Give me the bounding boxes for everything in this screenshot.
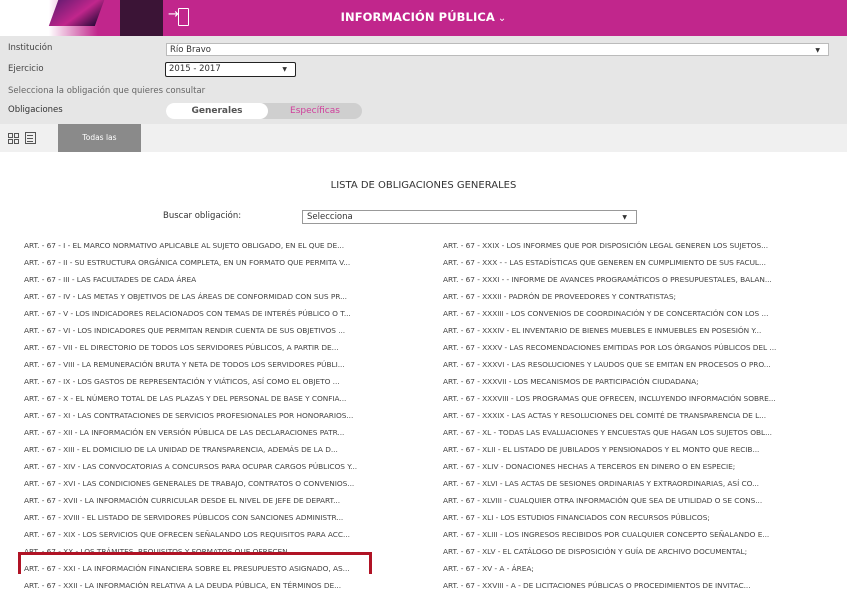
obligation-link[interactable]: ART. - 67 - XIX - LOS SERVICIOS QUE OFRE… — [24, 526, 384, 543]
obligation-link[interactable]: ART. - 67 - XXXIII - LOS CONVENIOS DE CO… — [443, 305, 843, 322]
obligation-link[interactable]: ART. - 67 - XLVIII - CUALQUIER OTRA INFO… — [443, 492, 843, 509]
obligation-link[interactable]: ART. - 67 - XXII - LA INFORMACIÓN RELATI… — [24, 577, 384, 594]
obligation-link[interactable]: ART. - 67 - XV - A - ÁREA; — [443, 560, 843, 577]
obligation-link[interactable]: ART. - 67 - XXXII - PADRÓN DE PROVEEDORE… — [443, 288, 843, 305]
obligation-link[interactable]: ART. - 67 - XXXV - LAS RECOMENDACIONES E… — [443, 339, 843, 356]
obligation-link[interactable]: ART. - 67 - XXXIV - EL INVENTARIO DE BIE… — [443, 322, 843, 339]
obligation-link[interactable]: ART. - 67 - XLV - EL CATÁLOGO DE DISPOSI… — [443, 543, 843, 560]
obligation-link[interactable]: ART. - 67 - VIII - LA REMUNERACIÓN BRUTA… — [24, 356, 384, 373]
page-title-text: INFORMACIÓN PÚBLICA — [340, 10, 495, 24]
grid-view-icon[interactable] — [8, 133, 19, 144]
obligation-link[interactable]: ART. - 67 - IX - LOS GASTOS DE REPRESENT… — [24, 373, 384, 390]
search-obligation-select[interactable]: Selecciona ▼ — [302, 210, 637, 224]
list-title: LISTA DE OBLIGACIONES GENERALES — [330, 180, 517, 191]
exercise-value: 2015 - 2017 — [169, 64, 221, 74]
exercise-label: Ejercicio — [8, 64, 44, 74]
obligation-link[interactable]: ART. - 67 - II - SU ESTRUCTURA ORGÁNICA … — [24, 254, 384, 271]
highlight-box — [18, 552, 372, 574]
tab-especificas[interactable]: Específicas — [268, 103, 362, 119]
obligation-link[interactable]: ART. - 67 - XXXVIII - LOS PROGRAMAS QUE … — [443, 390, 843, 407]
obligation-link[interactable]: ART. - 67 - XXVIII - A - DE LICITACIONES… — [443, 577, 843, 594]
institution-value: Río Bravo — [170, 45, 211, 55]
chevron-down-icon: ▼ — [622, 214, 627, 221]
obligations-left-column: ART. - 67 - I - EL MARCO NORMATIVO APLIC… — [24, 237, 384, 594]
obligation-link[interactable]: ART. - 67 - XXXI - - INFORME DE AVANCES … — [443, 271, 843, 288]
obligation-link[interactable]: ART. - 67 - XII - LA INFORMACIÓN EN VERS… — [24, 424, 384, 441]
chevron-down-icon: ▼ — [282, 66, 287, 73]
obligation-link[interactable]: ART. - 67 - XVIII - EL LISTADO DE SERVID… — [24, 509, 384, 526]
search-label: Buscar obligación: — [163, 211, 242, 221]
page-title[interactable]: INFORMACIÓN PÚBLICA ⌄ — [0, 0, 847, 36]
obligation-link[interactable]: ART. - 67 - XXXVI - LAS RESOLUCIONES Y L… — [443, 356, 843, 373]
obligation-link[interactable]: ART. - 67 - XI - LAS CONTRATACIONES DE S… — [24, 407, 384, 424]
obligation-link[interactable]: ART. - 67 - III - LAS FACULTADES DE CADA… — [24, 271, 384, 288]
obligation-link[interactable]: ART. - 67 - XLVI - LAS ACTAS DE SESIONES… — [443, 475, 843, 492]
obligation-link[interactable]: ART. - 67 - VI - LOS INDICADORES QUE PER… — [24, 322, 384, 339]
tab-generales[interactable]: Generales — [166, 103, 268, 119]
obligation-link[interactable]: ART. - 67 - XLI - LOS ESTUDIOS FINANCIAD… — [443, 509, 843, 526]
obligation-type-toggle: Generales Específicas — [166, 103, 362, 119]
institution-label: Institución — [8, 43, 53, 53]
obligation-link[interactable]: ART. - 67 - XXXIX - LAS ACTAS Y RESOLUCI… — [443, 407, 843, 424]
obligation-link[interactable]: ART. - 67 - XLIII - LOS INGRESOS RECIBID… — [443, 526, 843, 543]
obligation-link[interactable]: ART. - 67 - XXX - - LAS ESTADÍSTICAS QUE… — [443, 254, 843, 271]
chevron-down-icon: ⌄ — [497, 13, 507, 24]
obligation-link[interactable]: ART. - 67 - X - EL NÚMERO TOTAL DE LAS P… — [24, 390, 384, 407]
obligation-link[interactable]: ART. - 67 - XXIX - LOS INFORMES QUE POR … — [443, 237, 843, 254]
search-value: Selecciona — [307, 212, 353, 222]
obligation-link[interactable]: ART. - 67 - I - EL MARCO NORMATIVO APLIC… — [24, 237, 384, 254]
obligation-link[interactable]: ART. - 67 - XVII - LA INFORMACIÓN CURRIC… — [24, 492, 384, 509]
exercise-select[interactable]: 2015 - 2017 ▼ — [165, 62, 296, 77]
obligation-link[interactable]: ART. - 67 - XXXVII - LOS MECANISMOS DE P… — [443, 373, 843, 390]
obligation-link[interactable]: ART. - 67 - XVI - LAS CONDICIONES GENERA… — [24, 475, 384, 492]
obligations-right-column: ART. - 67 - XXIX - LOS INFORMES QUE POR … — [443, 237, 843, 594]
top-header: → INFORMACIÓN PÚBLICA ⌄ — [0, 0, 847, 36]
chevron-down-icon: ▼ — [815, 47, 820, 54]
obligations-label: Obligaciones — [8, 105, 63, 115]
obligation-link[interactable]: ART. - 67 - XL - TODAS LAS EVALUACIONES … — [443, 424, 843, 441]
obligation-link[interactable]: ART. - 67 - XIII - EL DOMICILIO DE LA UN… — [24, 441, 384, 458]
institution-select[interactable]: Río Bravo ▼ — [166, 43, 829, 56]
obligation-link[interactable]: ART. - 67 - XLIV - DONACIONES HECHAS A T… — [443, 458, 843, 475]
select-prompt: Selecciona la obligación que quieres con… — [8, 86, 206, 96]
obligation-link[interactable]: ART. - 67 - VII - EL DIRECTORIO DE TODOS… — [24, 339, 384, 356]
all-obligations-button[interactable]: Todas las obligaciones — [58, 124, 141, 170]
obligation-link[interactable]: ART. - 67 - XIV - LAS CONVOCATORIAS A CO… — [24, 458, 384, 475]
obligation-link[interactable]: ART. - 67 - V - LOS INDICADORES RELACION… — [24, 305, 384, 322]
list-view-icon[interactable] — [25, 132, 36, 144]
obligation-link[interactable]: ART. - 67 - XLII - EL LISTADO DE JUBILAD… — [443, 441, 843, 458]
obligation-link[interactable]: ART. - 67 - IV - LAS METAS Y OBJETIVOS D… — [24, 288, 384, 305]
